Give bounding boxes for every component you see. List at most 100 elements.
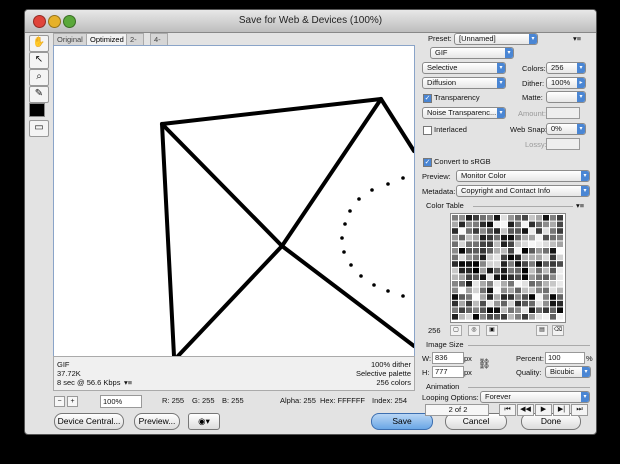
color-swatch[interactable] xyxy=(522,221,528,228)
color-swatch[interactable] xyxy=(459,248,465,254)
next-frame-icon[interactable]: ▶| xyxy=(553,404,570,416)
color-swatch[interactable] xyxy=(494,234,500,241)
color-swatch[interactable] xyxy=(515,274,521,280)
color-swatch[interactable] xyxy=(536,215,542,221)
color-swatch[interactable] xyxy=(543,287,549,294)
color-swatch[interactable] xyxy=(536,254,542,261)
color-swatch[interactable] xyxy=(487,228,493,234)
color-swatch[interactable] xyxy=(529,221,535,228)
color-swatch[interactable] xyxy=(473,261,479,267)
tab-optimized[interactable]: Optimized xyxy=(86,33,128,45)
color-swatch[interactable] xyxy=(522,241,528,247)
slice-select-icon[interactable]: ↖ xyxy=(29,52,49,69)
color-swatch[interactable] xyxy=(494,281,500,287)
color-swatch[interactable] xyxy=(508,281,514,287)
color-swatch[interactable] xyxy=(487,300,493,307)
color-swatch[interactable] xyxy=(557,307,563,313)
color-swatch[interactable] xyxy=(452,234,458,241)
color-swatch[interactable] xyxy=(452,261,458,267)
color-swatch[interactable] xyxy=(515,307,521,313)
color-swatch[interactable] xyxy=(522,261,528,267)
color-swatch[interactable] xyxy=(557,294,563,300)
color-swatch[interactable] xyxy=(536,294,542,300)
color-swatch[interactable] xyxy=(487,215,493,221)
last-frame-icon[interactable]: ⏭ xyxy=(571,404,588,416)
color-swatch[interactable] xyxy=(536,234,542,241)
color-swatch[interactable] xyxy=(550,221,556,228)
color-swatch[interactable] xyxy=(557,314,563,320)
color-swatch[interactable] xyxy=(529,287,535,294)
color-swatch[interactable] xyxy=(473,281,479,287)
color-swatch[interactable] xyxy=(515,215,521,221)
eyedropper-color-swatch[interactable] xyxy=(29,103,45,117)
color-swatch[interactable] xyxy=(536,287,542,294)
color-swatch[interactable] xyxy=(522,254,528,261)
color-swatch[interactable] xyxy=(557,215,563,221)
color-swatch[interactable] xyxy=(480,248,486,254)
color-swatch[interactable] xyxy=(543,228,549,234)
preset-select[interactable]: [Unnamed] ▾ xyxy=(454,33,538,45)
color-swatch[interactable] xyxy=(473,267,479,274)
color-swatch[interactable] xyxy=(529,248,535,254)
play-icon[interactable]: ▶ xyxy=(535,404,552,416)
color-swatch[interactable] xyxy=(550,300,556,307)
color-swatch[interactable] xyxy=(529,241,535,247)
color-swatch[interactable] xyxy=(508,248,514,254)
color-swatch[interactable] xyxy=(480,307,486,313)
color-swatch[interactable] xyxy=(466,234,472,241)
color-swatch[interactable] xyxy=(501,267,507,274)
color-swatch[interactable] xyxy=(459,261,465,267)
color-swatch[interactable] xyxy=(501,241,507,247)
color-swatch[interactable] xyxy=(452,241,458,247)
transparency-checkbox[interactable]: ✓ xyxy=(423,94,432,103)
color-swatch[interactable] xyxy=(494,241,500,247)
color-swatch[interactable] xyxy=(480,228,486,234)
color-swatch[interactable] xyxy=(536,221,542,228)
color-swatch[interactable] xyxy=(473,215,479,221)
zoom-out-button[interactable]: − xyxy=(54,396,65,407)
color-swatch[interactable] xyxy=(494,300,500,307)
color-swatch[interactable] xyxy=(522,267,528,274)
color-swatch[interactable] xyxy=(515,314,521,320)
color-swatch[interactable] xyxy=(473,221,479,228)
quality-select[interactable]: Bicubic ▾ xyxy=(545,366,591,378)
color-swatch[interactable] xyxy=(473,314,479,320)
color-swatch[interactable] xyxy=(466,261,472,267)
color-swatch[interactable] xyxy=(508,254,514,261)
color-swatch[interactable] xyxy=(557,300,563,307)
color-swatch[interactable] xyxy=(466,254,472,261)
color-swatch[interactable] xyxy=(466,281,472,287)
color-swatch[interactable] xyxy=(508,307,514,313)
color-swatch[interactable] xyxy=(543,267,549,274)
percent-field[interactable]: 100 xyxy=(545,352,585,364)
color-swatch[interactable] xyxy=(473,234,479,241)
color-swatch[interactable] xyxy=(515,281,521,287)
color-swatch[interactable] xyxy=(487,261,493,267)
color-swatch[interactable] xyxy=(466,287,472,294)
color-swatch[interactable] xyxy=(543,254,549,261)
color-swatch[interactable] xyxy=(550,261,556,267)
color-swatch[interactable] xyxy=(480,267,486,274)
color-swatch[interactable] xyxy=(557,261,563,267)
color-swatch[interactable] xyxy=(480,281,486,287)
color-table-menu-icon[interactable]: ▾≡ xyxy=(576,201,584,211)
hand-icon[interactable]: ✋ xyxy=(29,35,49,52)
new-color-icon[interactable]: ▤ xyxy=(536,325,548,336)
color-swatch[interactable] xyxy=(494,274,500,280)
color-swatch[interactable] xyxy=(459,294,465,300)
color-swatch[interactable] xyxy=(557,267,563,274)
color-reduction-select[interactable]: Selective ▾ xyxy=(422,62,506,74)
color-swatch[interactable] xyxy=(557,274,563,280)
color-table[interactable] xyxy=(450,213,566,323)
color-swatch[interactable] xyxy=(557,241,563,247)
color-swatch[interactable] xyxy=(522,294,528,300)
color-swatch[interactable] xyxy=(452,221,458,228)
tab-4up[interactable]: 4-Up xyxy=(150,33,168,55)
color-swatch[interactable] xyxy=(459,307,465,313)
color-swatch[interactable] xyxy=(466,221,472,228)
color-swatch[interactable] xyxy=(494,248,500,254)
color-swatch[interactable] xyxy=(508,287,514,294)
color-swatch[interactable] xyxy=(515,228,521,234)
color-swatch[interactable] xyxy=(487,254,493,261)
color-swatch[interactable] xyxy=(508,267,514,274)
